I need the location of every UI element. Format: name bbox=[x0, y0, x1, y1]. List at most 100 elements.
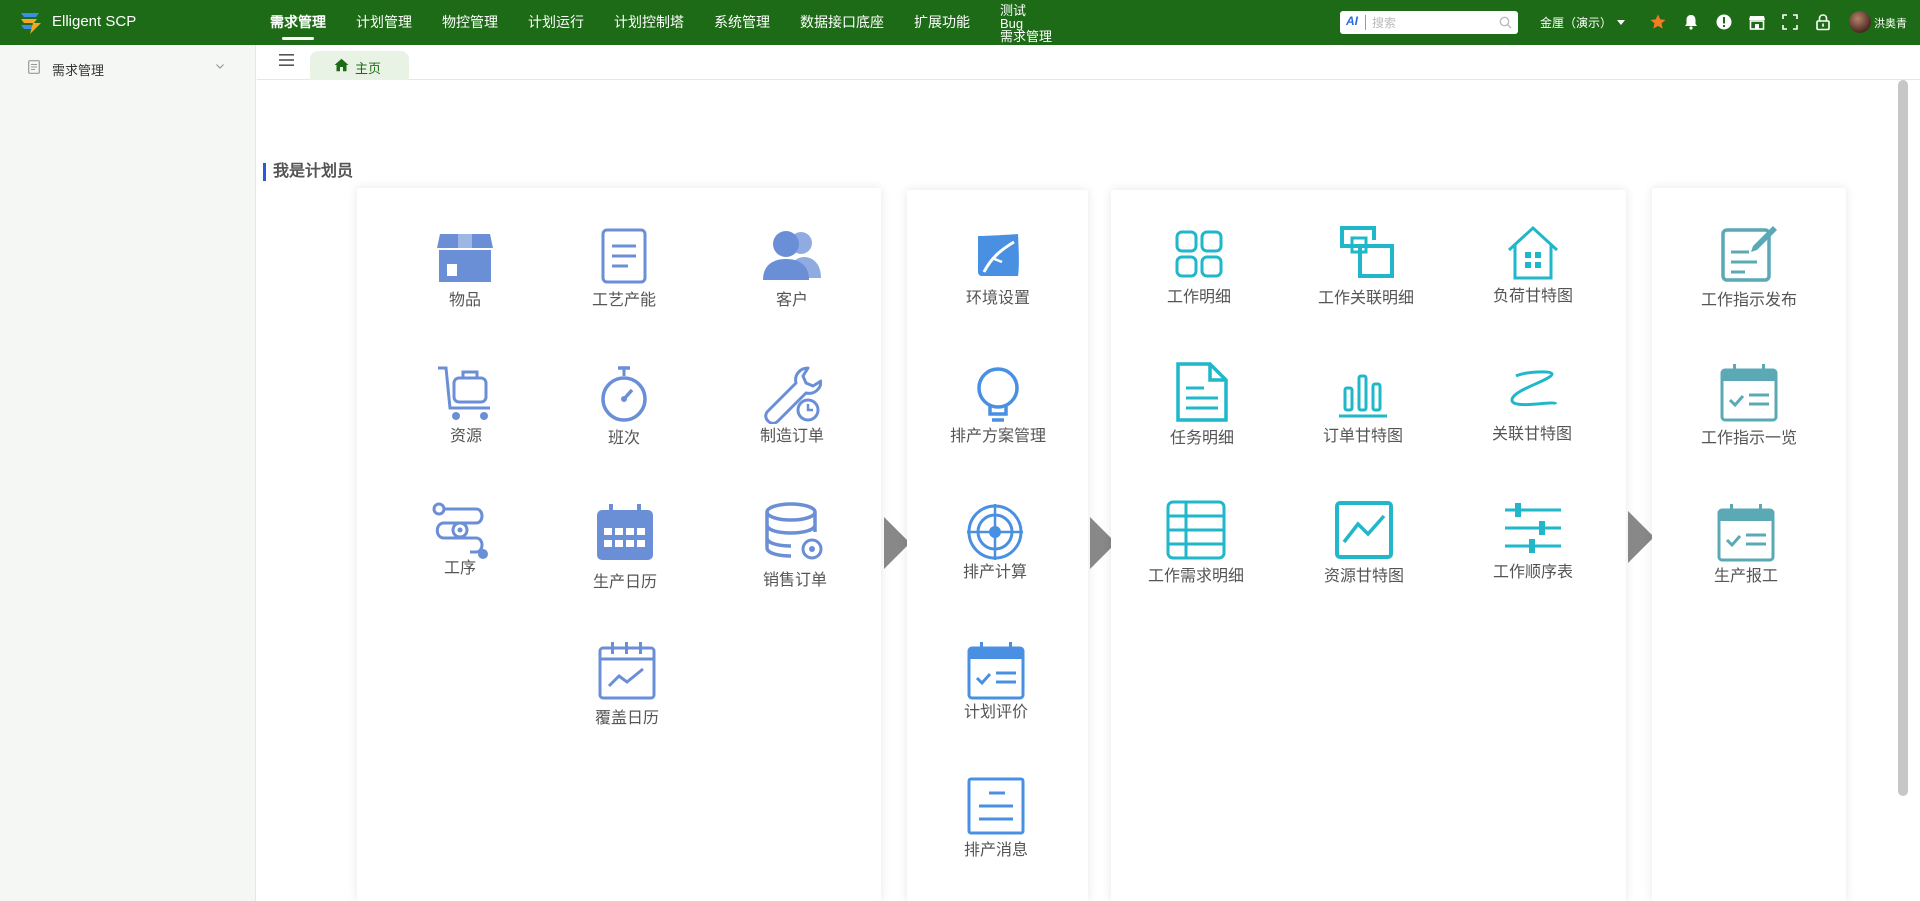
org-switcher[interactable]: 金厘（演示） bbox=[1540, 14, 1612, 31]
linked-squares-icon bbox=[1336, 224, 1396, 284]
tile-resource-gantt[interactable]: 资源甘特图 bbox=[1294, 500, 1434, 610]
tab-home-label: 主页 bbox=[355, 61, 382, 76]
tile-label: 工作顺序表 bbox=[1492, 564, 1573, 581]
box-icon bbox=[435, 226, 495, 286]
tile-operation[interactable]: 工序 bbox=[390, 502, 530, 612]
main-nav: 需求管理 计划管理 物控管理 计划运行 计划控制塔 系统管理 数据接口底座 扩展… bbox=[270, 0, 1052, 45]
nav-plan-management[interactable]: 计划管理 bbox=[356, 0, 412, 45]
users-icon bbox=[762, 226, 822, 286]
tile-label: 物品 bbox=[448, 292, 481, 309]
sidebar-item-label: 需求管理 bbox=[52, 63, 105, 78]
tile-resource[interactable]: 资源 bbox=[396, 364, 536, 474]
calendar-check-icon bbox=[1719, 362, 1779, 422]
alert-icon[interactable] bbox=[1715, 13, 1733, 31]
tile-manufacturing-order[interactable]: 制造订单 bbox=[722, 364, 862, 474]
tile-work-instruction-publish[interactable]: 工作指示发布 bbox=[1679, 224, 1819, 334]
bar-chart-icon bbox=[1333, 362, 1393, 422]
sidebar: 需求管理 bbox=[0, 45, 256, 901]
star-icon[interactable] bbox=[1649, 13, 1667, 31]
tile-plan-evaluation[interactable]: 计划评价 bbox=[926, 640, 1066, 750]
nav-test-bug-demand[interactable]: 测试 Bug 需求管理 bbox=[1000, 4, 1052, 43]
tile-label: 生产报工 bbox=[1713, 568, 1778, 585]
chevron-down-icon[interactable] bbox=[215, 61, 225, 71]
nav-plan-run[interactable]: 计划运行 bbox=[528, 0, 584, 45]
tabs-bar: 主页 bbox=[257, 45, 1920, 80]
global-search[interactable]: AI bbox=[1340, 11, 1518, 34]
nav-stack-line: 需求管理 bbox=[1000, 29, 1053, 44]
fullscreen-icon[interactable] bbox=[1781, 13, 1799, 31]
tile-work-detail[interactable]: 工作明细 bbox=[1129, 224, 1269, 334]
tile-scheduling-plan-management[interactable]: 排产方案管理 bbox=[928, 364, 1068, 474]
tile-coverage-calendar[interactable]: 覆盖日历 bbox=[557, 640, 697, 750]
sliders-icon bbox=[1503, 500, 1563, 560]
tile-work-sequence-table[interactable]: 工作顺序表 bbox=[1463, 500, 1603, 610]
stopwatch-icon bbox=[594, 364, 654, 424]
tile-work-relation-detail[interactable]: 工作关联明细 bbox=[1296, 224, 1436, 334]
search-icon[interactable] bbox=[1499, 16, 1512, 29]
calendar-chart-icon bbox=[597, 640, 657, 700]
tile-label: 工作指示发布 bbox=[1700, 292, 1797, 309]
lock-icon[interactable] bbox=[1814, 13, 1832, 31]
tile-work-instruction-list[interactable]: 工作指示一览 bbox=[1679, 362, 1819, 472]
content-scrollbar[interactable] bbox=[1898, 80, 1908, 796]
bulb-icon bbox=[968, 364, 1028, 424]
panel-scheduling: 环境设置 排产方案管理 排产计算 计划评价 排产消息 bbox=[907, 190, 1088, 901]
document-icon bbox=[28, 60, 40, 74]
flow-arrow-icon bbox=[1628, 511, 1654, 563]
user-name[interactable]: 洪奥青 bbox=[1874, 15, 1907, 31]
avatar[interactable] bbox=[1849, 11, 1871, 33]
nav-material-control[interactable]: 物控管理 bbox=[442, 0, 498, 45]
nav-control-tower[interactable]: 计划控制塔 bbox=[614, 0, 684, 45]
tile-sales-order[interactable]: 销售订单 bbox=[725, 502, 865, 612]
tile-label: 资源甘特图 bbox=[1323, 568, 1404, 585]
panel-master-data: 物品 工艺产能 客户 资源 班次 制造订单 工序 生产日历 销售订单 覆盖日历 bbox=[357, 188, 881, 901]
calendar-grid-icon bbox=[595, 502, 655, 562]
tile-load-gantt[interactable]: 负荷甘特图 bbox=[1463, 224, 1603, 334]
nav-demand-management[interactable]: 需求管理 bbox=[270, 0, 326, 45]
tile-label: 资源 bbox=[449, 428, 482, 445]
tile-label: 班次 bbox=[607, 430, 640, 447]
tile-relation-gantt[interactable]: 关联甘特图 bbox=[1462, 362, 1602, 472]
tile-shift[interactable]: 班次 bbox=[554, 364, 694, 474]
top-bar: Elligent SCP 需求管理 计划管理 物控管理 计划运行 计划控制塔 系… bbox=[0, 0, 1920, 45]
tile-task-detail[interactable]: 任务明细 bbox=[1132, 362, 1272, 472]
tile-item[interactable]: 物品 bbox=[395, 226, 535, 336]
menu-toggle-icon[interactable] bbox=[279, 53, 294, 67]
nav-system-management[interactable]: 系统管理 bbox=[714, 0, 770, 45]
tile-label: 订单甘特图 bbox=[1322, 428, 1403, 445]
tile-scheduling-calculation[interactable]: 排产计算 bbox=[925, 502, 1065, 612]
calendar-check-icon bbox=[1716, 502, 1776, 562]
caret-down-icon[interactable] bbox=[1617, 20, 1625, 25]
search-divider bbox=[1365, 15, 1366, 30]
tile-scheduling-messages[interactable]: 排产消息 bbox=[926, 776, 1066, 886]
file-text-icon bbox=[1172, 362, 1232, 422]
nav-extensions[interactable]: 扩展功能 bbox=[914, 0, 970, 45]
app-title: Elligent SCP bbox=[52, 13, 137, 30]
tile-customer[interactable]: 客户 bbox=[722, 226, 862, 336]
tile-label: 工序 bbox=[443, 560, 476, 577]
tile-label: 工作需求明细 bbox=[1147, 568, 1244, 585]
sidebar-item-demand-management[interactable]: 需求管理 bbox=[0, 45, 256, 89]
tab-home[interactable]: 主页 bbox=[310, 51, 409, 80]
tile-label: 排产消息 bbox=[963, 842, 1028, 859]
tile-production-report[interactable]: 生产报工 bbox=[1676, 502, 1816, 612]
tile-order-gantt[interactable]: 订单甘特图 bbox=[1293, 362, 1433, 472]
tile-label: 排产方案管理 bbox=[949, 428, 1046, 445]
curve-icon bbox=[1502, 362, 1562, 422]
line-chart-icon bbox=[1334, 500, 1394, 560]
tile-environment-settings[interactable]: 环境设置 bbox=[928, 226, 1068, 336]
home-grid-icon bbox=[1503, 224, 1563, 284]
ai-label: AI bbox=[1346, 14, 1358, 28]
tile-work-demand-detail[interactable]: 工作需求明细 bbox=[1126, 500, 1266, 610]
section-title: 我是计划员 bbox=[263, 162, 353, 181]
calendar-check-icon bbox=[966, 640, 1026, 700]
search-input[interactable] bbox=[1372, 13, 1490, 32]
store-icon[interactable] bbox=[1748, 13, 1766, 31]
grid-four-icon bbox=[1169, 224, 1229, 284]
tile-label: 工作指示一览 bbox=[1700, 430, 1797, 447]
table-icon bbox=[1166, 500, 1226, 560]
tile-process-capacity[interactable]: 工艺产能 bbox=[554, 226, 694, 336]
bell-icon[interactable] bbox=[1682, 13, 1700, 31]
nav-data-interface[interactable]: 数据接口底座 bbox=[800, 0, 884, 45]
tile-production-calendar[interactable]: 生产日历 bbox=[555, 502, 695, 612]
